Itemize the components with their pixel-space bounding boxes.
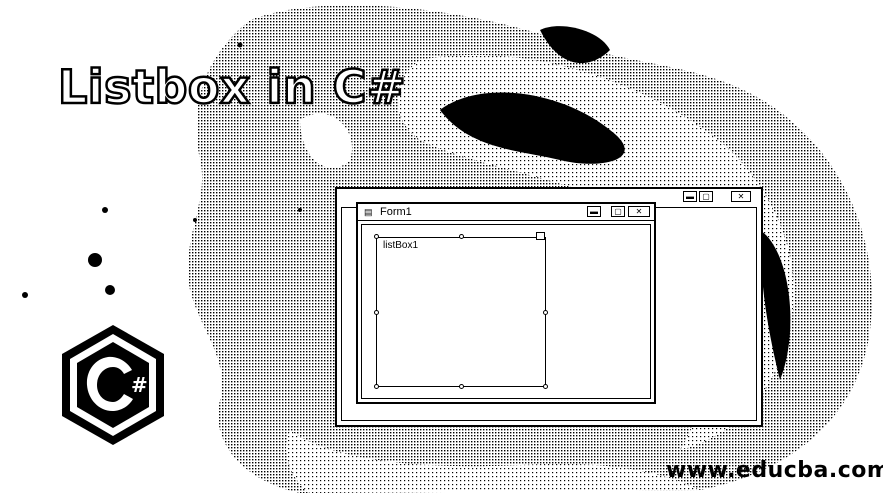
watermark: www.educba.com (666, 458, 883, 483)
resize-handle-left[interactable] (374, 310, 379, 315)
form-maximize-icon[interactable]: ▢ (611, 206, 625, 217)
form-title: Form1 (380, 206, 412, 218)
listbox-control[interactable]: listBox1 (376, 237, 546, 387)
resize-handle-top[interactable] (459, 234, 464, 239)
maximize-icon[interactable]: ▢ (699, 191, 713, 202)
page-title: Listbox in C# (57, 60, 407, 114)
close-icon[interactable]: ✕ (731, 191, 751, 202)
minimize-icon[interactable]: ▬ (683, 191, 697, 202)
resize-handle-bottom-right[interactable] (543, 384, 548, 389)
form-close-icon[interactable]: ✕ (628, 206, 650, 217)
form-minimize-icon[interactable]: ▬ (587, 206, 601, 217)
form-titlebar: ▤ Form1 ▬ ▢ ✕ (358, 204, 654, 221)
resize-handle-bottom[interactable] (459, 384, 464, 389)
form-icon: ▤ (364, 207, 373, 217)
resize-handle-top-left[interactable] (374, 234, 379, 239)
csharp-logo-glyph: # (131, 373, 148, 397)
listbox-label: listBox1 (383, 240, 419, 251)
resize-handle-right[interactable] (543, 310, 548, 315)
resize-handle-bottom-left[interactable] (374, 384, 379, 389)
csharp-logo-icon: # (62, 325, 164, 445)
smart-tag-icon[interactable] (536, 232, 545, 240)
